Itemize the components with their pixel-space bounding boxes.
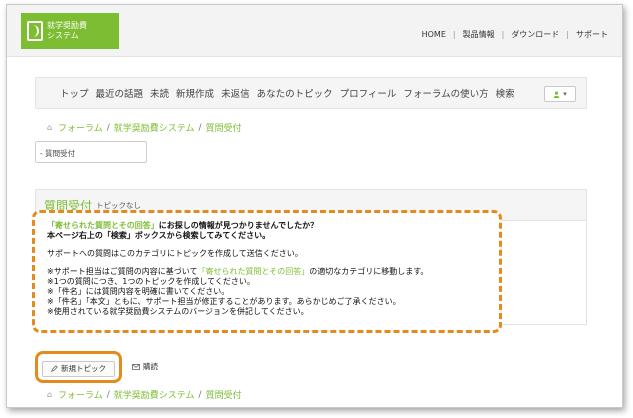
breadcrumb-forum[interactable]: フォーラム (58, 121, 103, 134)
browser-page: 就学奨励費 システム HOME | 製品情報 | ダウンロード | サポート ト… (6, 4, 623, 408)
breadcrumb-separator: / (106, 389, 110, 400)
topic-actions: 新規トピック 購読 (35, 351, 166, 383)
home-icon: ⌂ (47, 389, 53, 399)
nav-home-link[interactable]: HOME (422, 30, 446, 39)
breadcrumb-category[interactable]: 質問受付 (206, 388, 242, 401)
menu-item-unanswered[interactable]: 未返信 (221, 86, 250, 100)
notice-text: の適切なカテゴリに移動します。 (309, 267, 429, 276)
logo-line2: システム (47, 31, 79, 40)
nav-separator: | (452, 30, 456, 39)
user-icon (553, 90, 560, 98)
top-navigation: HOME | 製品情報 | ダウンロード | サポート (422, 29, 608, 40)
menu-item-new[interactable]: 新規作成 (176, 86, 214, 100)
breadcrumb-separator: / (198, 122, 202, 133)
logo-icon (27, 21, 43, 41)
user-menu-button[interactable]: ▾ (544, 86, 576, 102)
logo-line1: 就学奨励費 (47, 21, 87, 30)
notice-line7: ※「件名」「本文」ともに、サポート担当が修正することがあります。あらかじめご了承… (47, 297, 401, 306)
category-select[interactable]: - 質問受付 (35, 141, 147, 163)
envelope-icon (132, 363, 140, 370)
notice-line5: ※1つの質問につき、1つのトピックを作成してください。 (47, 277, 255, 286)
menu-item-unread[interactable]: 未読 (150, 86, 169, 100)
breadcrumb-forum[interactable]: フォーラム (58, 388, 103, 401)
menu-item-search[interactable]: 検索 (496, 86, 515, 100)
breadcrumb-system[interactable]: 就学奨励費システム (114, 121, 195, 134)
notice-line8: ※使用されている就学奨励費システムのバージョンを併記してください。 (47, 307, 309, 316)
nav-separator: | (566, 30, 569, 39)
menu-item-top[interactable]: トップ (60, 86, 89, 100)
chevron-down-icon: ▾ (563, 90, 567, 98)
site-header: 就学奨励費 システム HOME | 製品情報 | ダウンロード | サポート (7, 5, 622, 57)
menu-item-help[interactable]: フォーラムの使い方 (403, 86, 488, 100)
notice-line2: 本ページ右上の「検索」ボックスから検索してみてください。 (47, 231, 271, 240)
breadcrumb-system[interactable]: 就学奨励費システム (114, 388, 195, 401)
menu-item-profile[interactable]: プロフィール (340, 86, 397, 100)
breadcrumb: ⌂ フォーラム / 就学奨励費システム / 質問受付 (47, 121, 242, 135)
new-topic-highlight: 新規トピック (35, 351, 122, 383)
nav-support-link[interactable]: サポート (576, 29, 608, 40)
forum-menu-bar: トップ 最近の話題 未読 新規作成 未返信 あなたのトピック プロフィール フォ… (35, 77, 587, 109)
nav-download-link[interactable]: ダウンロード (511, 29, 559, 40)
nav-separator: | (501, 30, 505, 39)
category-subtitle: トピックなし (96, 200, 142, 210)
notice-line3: サポートへの質問はこのカテゴリにトピックを作成して送信ください。 (47, 249, 303, 258)
watch-button[interactable]: 購読 (124, 359, 166, 375)
category-notice: 「寄せられた質問とその回答」にお探しの情報が見つかりませんでしたか？ 本ページ右… (32, 210, 502, 333)
breadcrumb-bottom: ⌂ フォーラム / 就学奨励費システム / 質問受付 (47, 388, 242, 402)
new-topic-button[interactable]: 新規トピック (42, 360, 115, 377)
home-icon: ⌂ (47, 122, 53, 132)
watch-label: 購読 (143, 362, 158, 372)
notice-line4: ※サポート担当はご質問の内容に基づいて「寄せられた質問とその回答」の適切なカテゴ… (47, 267, 487, 277)
notice-line1: 「寄せられた質問とその回答」にお探しの情報が見つかりませんでしたか？ (47, 221, 487, 231)
faq-link[interactable]: 「寄せられた質問とその回答」 (197, 267, 309, 276)
breadcrumb-separator: / (198, 389, 202, 400)
logo-text: 就学奨励費 システム (47, 21, 87, 41)
site-logo[interactable]: 就学奨励費 システム (21, 13, 119, 49)
pencil-icon (51, 365, 58, 372)
breadcrumb-separator: / (106, 122, 110, 133)
breadcrumb-category[interactable]: 質問受付 (206, 121, 242, 134)
notice-text: にお探しの情報が見つかりませんでしたか？ (158, 221, 319, 230)
notice-text: ※サポート担当はご質問の内容に基づいて (47, 267, 198, 276)
menu-item-recent[interactable]: 最近の話題 (96, 86, 144, 100)
faq-link[interactable]: 「寄せられた質問とその回答」 (47, 221, 159, 230)
notice-line6: ※「件名」には質問内容を明確に書いてください。 (47, 287, 230, 296)
nav-products-link[interactable]: 製品情報 (463, 29, 495, 40)
menu-item-your-topics[interactable]: あなたのトピック (257, 86, 333, 100)
new-topic-label: 新規トピック (61, 364, 106, 373)
